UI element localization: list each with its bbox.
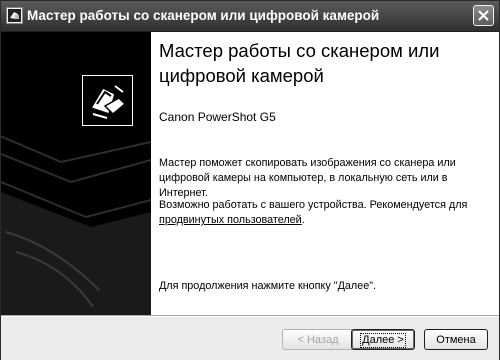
cancel-button[interactable]: Отмена <box>424 329 488 350</box>
advice-text: Возможно работать с вашего устройства. Р… <box>159 199 468 211</box>
next-button-label: Далее > <box>360 333 406 348</box>
advanced-users-link[interactable]: продвинутых пользователей <box>159 214 302 226</box>
device-name: Canon PowerShot G5 <box>159 110 276 124</box>
button-bar: < Назад Далее > Отмена <box>1 315 499 360</box>
advice-end: . <box>301 214 305 226</box>
next-button[interactable]: Далее > <box>351 329 415 350</box>
wizard-window-icon <box>6 7 23 24</box>
wizard-description: Мастер поможет скопировать изображения с… <box>159 157 456 199</box>
wizard-window: Мастер работы со сканером или цифровой к… <box>0 0 500 360</box>
wizard-side-panel <box>1 32 151 315</box>
continue-instruction: Для продолжения нажмите кнопку "Далее". <box>159 280 377 292</box>
advanced-users-note: Возможно работать с вашего устройства. Р… <box>159 198 489 228</box>
window-title: Мастер работы со сканером или цифровой к… <box>27 8 380 23</box>
close-button[interactable] <box>473 5 494 26</box>
back-button[interactable]: < Назад <box>282 329 354 350</box>
page-heading: Мастер работы со сканером или цифровой к… <box>159 40 440 86</box>
close-icon <box>478 10 489 21</box>
title-bar[interactable]: Мастер работы со сканером или цифровой к… <box>1 1 499 32</box>
wizard-content-panel: Мастер работы со сканером или цифровой к… <box>151 32 499 315</box>
scanner-camera-wizard-logo <box>82 75 133 126</box>
